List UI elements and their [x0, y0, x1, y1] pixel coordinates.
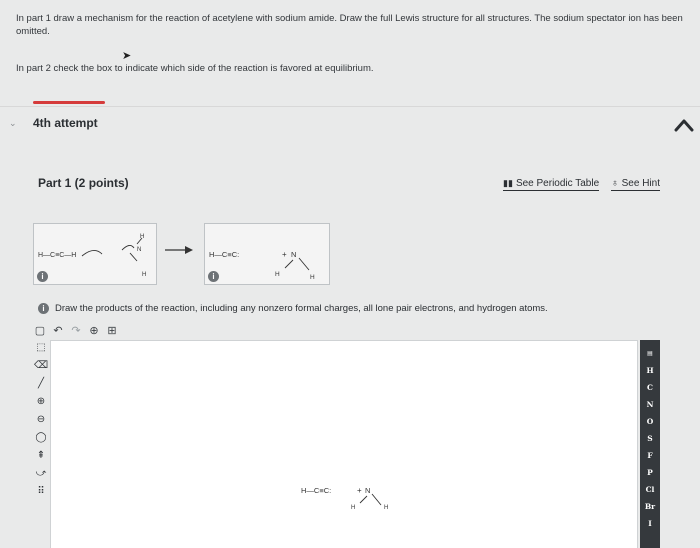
part2-instructions: In part 2 check the box to indicate whic… — [16, 63, 374, 74]
drawing-tools: ⬚ ⌫ ╱ ⊕ ⊖ ◯ ⇞ ⤻ ⠿ — [34, 340, 50, 498]
divider — [0, 106, 700, 107]
info-icon[interactable]: i — [37, 271, 48, 282]
element-O[interactable]: O — [647, 416, 654, 427]
hint-link-label: See Hint — [621, 178, 660, 189]
element-H[interactable]: H — [646, 365, 653, 376]
arrow-tool-icon[interactable]: ⇞ — [34, 448, 48, 462]
product-H-right: H — [310, 274, 315, 281]
reactant-H-bottom: H — [142, 272, 146, 278]
lone-pair-icon[interactable]: ⠿ — [34, 484, 48, 498]
element-Cl[interactable]: Cl — [646, 484, 655, 495]
info-icon[interactable]: i — [38, 303, 49, 314]
undo-icon[interactable]: ↶ — [52, 324, 64, 337]
pointer-icon: ➤ — [122, 50, 132, 62]
canvas-H-left: H — [351, 505, 355, 511]
see-periodic-table-link[interactable]: ▮▮ See Periodic Table — [503, 178, 600, 191]
see-hint-link[interactable]: ♁ See Hint — [611, 178, 660, 191]
eraser-icon[interactable]: ⌫ — [34, 358, 48, 372]
chevron-down-icon[interactable]: ⌄ — [9, 118, 17, 129]
canvas-N: N — [365, 486, 370, 495]
reactant-text: H—C≡C—H — [38, 252, 76, 259]
reactant-H-top: H — [140, 234, 144, 240]
drawing-instruction: i Draw the products of the reaction, inc… — [38, 303, 548, 314]
product-text: H—C≡C: — [209, 250, 239, 259]
reaction-arrow — [165, 246, 193, 254]
element-Br[interactable]: Br — [645, 501, 655, 512]
element-P[interactable]: P — [647, 467, 653, 478]
element-I[interactable]: I — [648, 518, 652, 529]
product-plus: + — [282, 250, 287, 259]
element-palette: ▤ H C N O S F P Cl Br I — [640, 340, 660, 548]
negative-charge-icon[interactable]: ⊖ — [34, 412, 48, 426]
part-title: Part 1 (2 points) — [38, 176, 129, 190]
canvas-plus: + — [357, 486, 362, 495]
periodic-table-icon: ▮▮ — [503, 178, 513, 188]
templates-icon[interactable]: ⊞ — [106, 324, 118, 337]
instructions-text: In part 1 draw a mechanism for the react… — [16, 12, 684, 75]
element-C[interactable]: C — [647, 382, 653, 393]
periodic-table-icon[interactable]: ▤ — [647, 348, 653, 359]
part1-instructions: In part 1 draw a mechanism for the react… — [16, 13, 683, 37]
zoom-icon[interactable]: ⊕ — [88, 324, 100, 337]
attempt-label: 4th attempt — [33, 116, 98, 130]
drawing-toolbar: ▢ ↶ ↷ ⊕ ⊞ — [34, 322, 118, 338]
select-icon[interactable]: ⬚ — [34, 340, 48, 354]
drawing-canvas[interactable]: H—C≡C: + N H H — [50, 340, 638, 548]
element-S[interactable]: S — [647, 433, 652, 444]
product-structure-box[interactable]: H—C≡C: + N H H i — [204, 223, 330, 285]
curved-arrow-icon[interactable]: ⤻ — [34, 466, 48, 480]
product-H-left: H — [275, 271, 280, 278]
bond-icon[interactable]: ╱ — [34, 376, 48, 390]
chevron-up-icon[interactable] — [674, 118, 694, 132]
element-N[interactable]: N — [647, 399, 654, 410]
periodic-link-label: See Periodic Table — [515, 178, 600, 189]
instruction-text: Draw the products of the reaction, inclu… — [55, 303, 548, 314]
canvas-structure: H—C≡C: + N H H — [301, 486, 388, 511]
positive-charge-icon[interactable]: ⊕ — [34, 394, 48, 408]
reactant-structure: H—C≡C—H N H H — [38, 234, 146, 278]
info-icon[interactable]: i — [208, 271, 219, 282]
product-N: N — [291, 250, 296, 259]
canvas-structure-text: H—C≡C: — [301, 486, 331, 495]
element-F[interactable]: F — [647, 450, 652, 461]
progress-indicator — [33, 101, 105, 104]
canvas-H-right: H — [384, 505, 388, 511]
new-document-icon[interactable]: ▢ — [34, 324, 46, 337]
lightbulb-icon: ♁ — [611, 178, 619, 189]
product-structure: H—C≡C: + N H H — [209, 250, 315, 281]
reactant-structure-box[interactable]: H—C≡C—H N H H i — [33, 223, 157, 285]
ring-icon[interactable]: ◯ — [34, 430, 48, 444]
reactant-N: N — [137, 247, 141, 253]
redo-icon[interactable]: ↷ — [70, 324, 82, 337]
